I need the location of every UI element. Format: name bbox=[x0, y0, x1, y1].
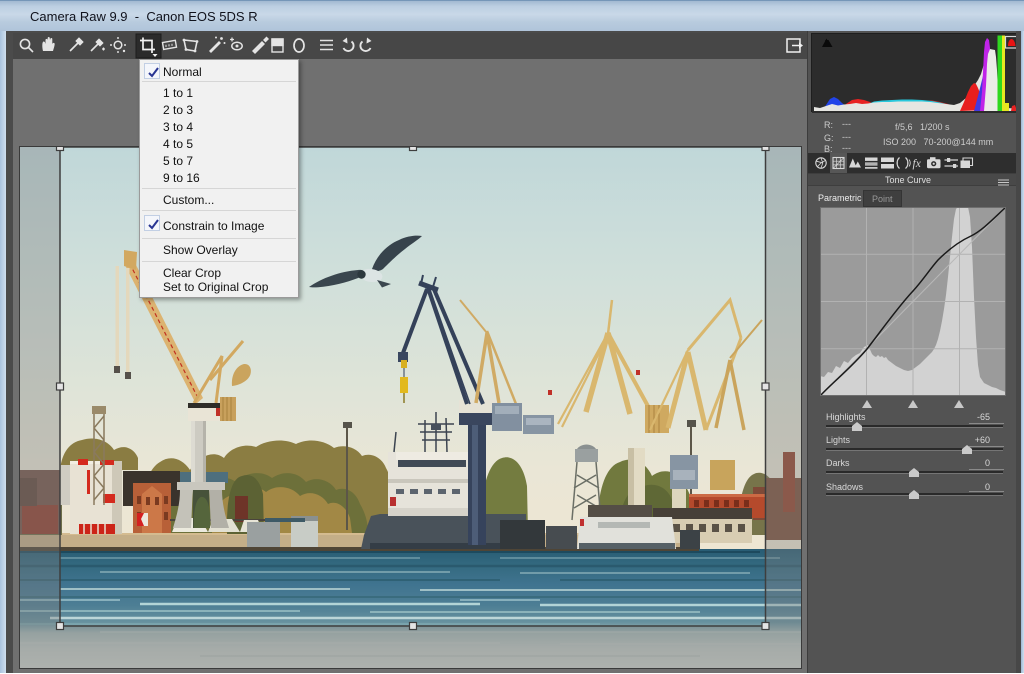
svg-text:fx: fx bbox=[913, 158, 922, 170]
